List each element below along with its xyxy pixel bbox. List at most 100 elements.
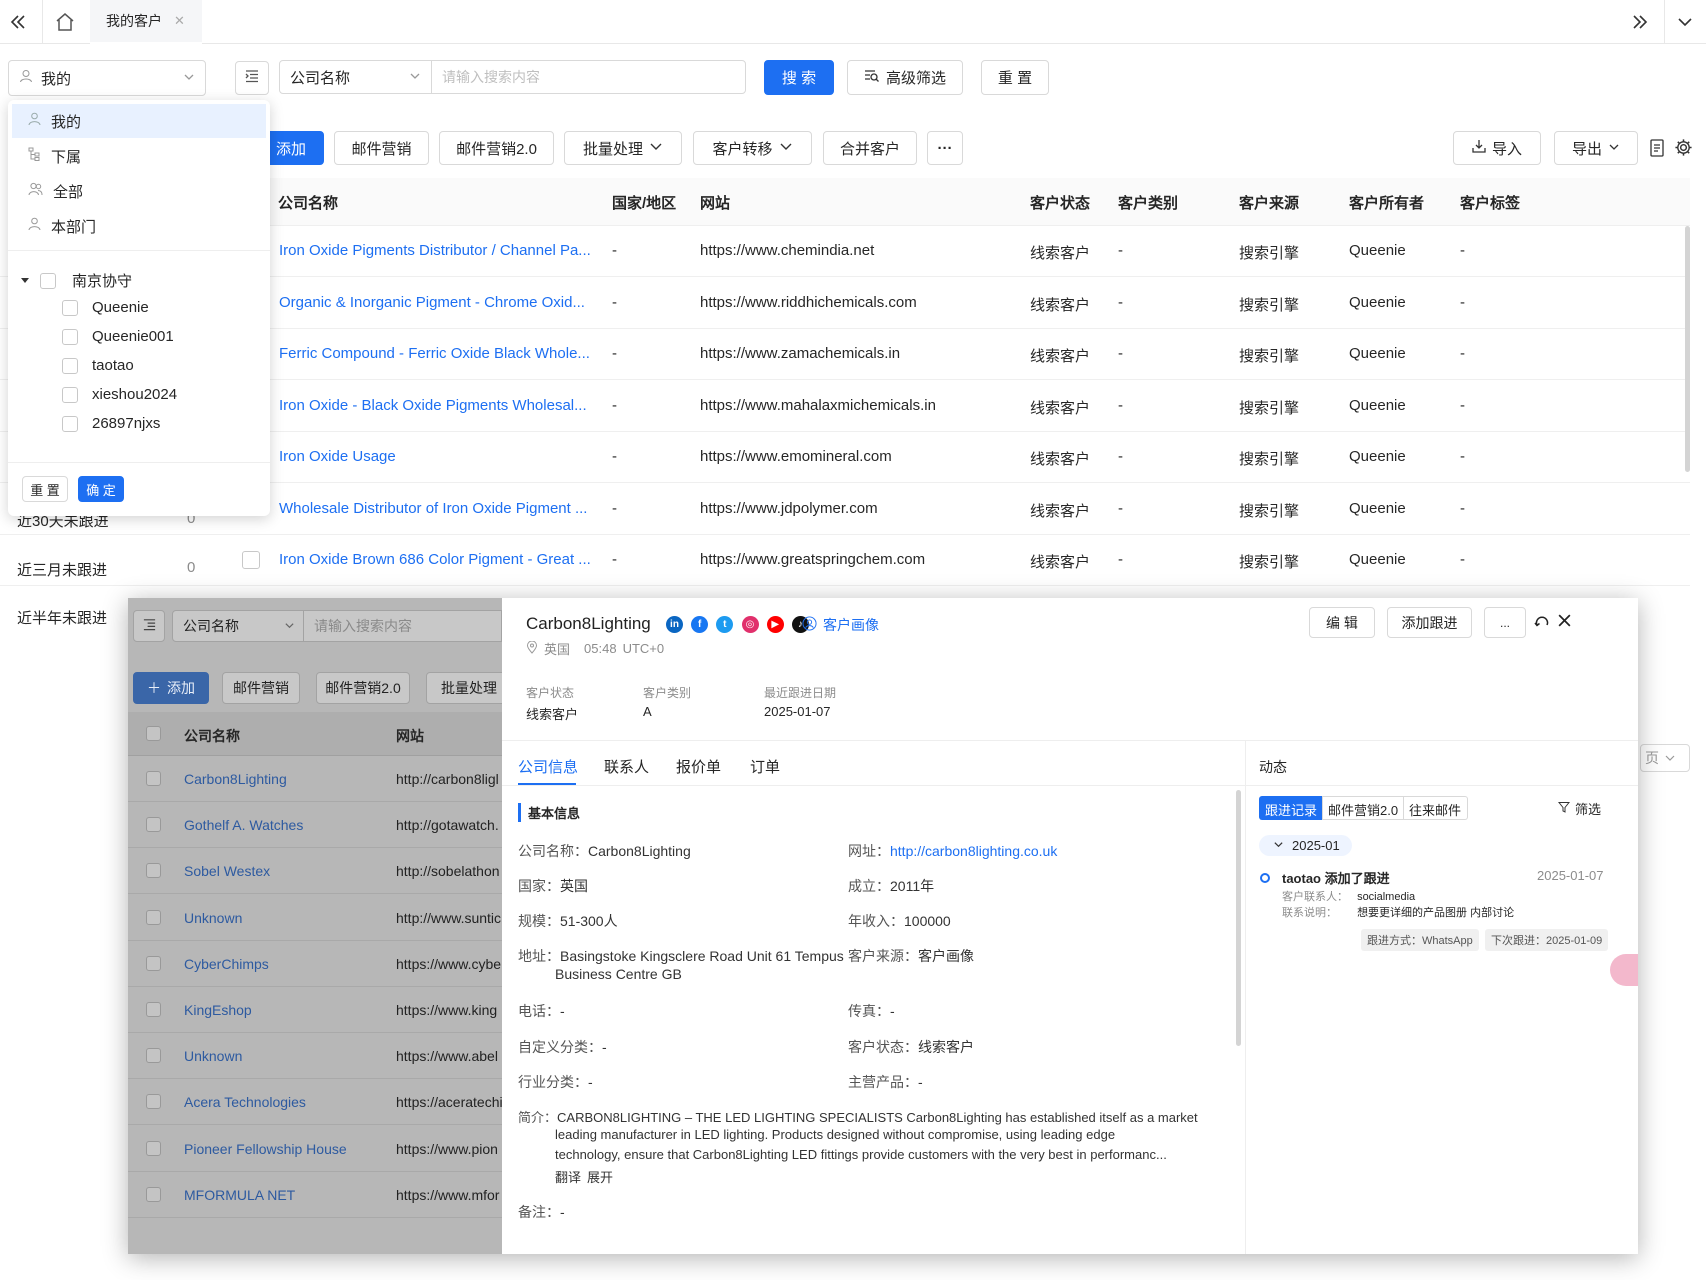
owner-select[interactable]: 我的 xyxy=(8,60,206,96)
col-country[interactable]: 国家/地区 xyxy=(612,192,676,213)
row-company-link[interactable]: Organic & Inorganic Pigment - Chrome Oxi… xyxy=(279,294,585,311)
overlay-field-select[interactable]: 公司名称 xyxy=(172,610,304,642)
row-company-link[interactable]: Iron Oxide - Black Oxide Pigments Wholes… xyxy=(279,397,587,414)
import-button[interactable]: 导入 xyxy=(1453,131,1541,165)
detail-scrollbar[interactable] xyxy=(1236,790,1241,1046)
overlay-list-row[interactable]: CyberChimps https://www.cybe xyxy=(128,941,502,987)
overlay-mail2-button[interactable]: 邮件营销2.0 xyxy=(316,672,410,704)
member-checkbox[interactable] xyxy=(62,415,78,432)
col-status[interactable]: 客户状态 xyxy=(1030,192,1090,213)
owner-option-subordinate[interactable]: 下属 xyxy=(12,139,266,173)
table-scrollbar[interactable] xyxy=(1685,226,1690,472)
tab-contacts[interactable]: 联系人 xyxy=(604,756,649,777)
tab-quotes[interactable]: 报价单 xyxy=(676,756,721,777)
batch-process-button[interactable]: 批量处理 xyxy=(564,131,682,165)
select-all-checkbox[interactable] xyxy=(146,726,161,741)
close-icon[interactable] xyxy=(1557,613,1572,632)
col-tag[interactable]: 客户标签 xyxy=(1460,192,1520,213)
overlay-list-row[interactable]: Acera Technologies https://aceratechi xyxy=(128,1079,503,1126)
col-company[interactable]: 公司名称 xyxy=(278,192,338,213)
activity-tab-followup[interactable]: 跟进记录 xyxy=(1259,796,1324,820)
facebook-icon[interactable]: f xyxy=(691,615,709,633)
overlay-row-company-link[interactable]: Carbon8Lighting xyxy=(184,771,287,787)
chevron-down-icon[interactable] xyxy=(1676,13,1694,35)
row-checkbox[interactable] xyxy=(146,955,161,971)
overlay-list-row[interactable]: Pioneer Fellowship House https://www.pion xyxy=(128,1126,502,1172)
overlay-search-input[interactable]: 请输入搜索内容 xyxy=(303,610,502,642)
overlay-list-row[interactable]: Sobel Westex http://sobelathon xyxy=(128,848,502,895)
tree-group-checkbox[interactable] xyxy=(40,272,56,289)
overlay-row-company-link[interactable]: Sobel Westex xyxy=(184,863,270,879)
activity-tab-emails[interactable]: 往来邮件 xyxy=(1403,796,1469,820)
reset-filter-button[interactable]: 重 置 xyxy=(981,60,1049,95)
mail-marketing-2-button[interactable]: 邮件营销2.0 xyxy=(439,131,554,165)
row-checkbox[interactable] xyxy=(146,1094,161,1110)
overlay-list-row[interactable]: KingEshop https://www.king xyxy=(128,987,502,1033)
more-actions-button[interactable]: ··· xyxy=(927,131,963,165)
column-settings-icon[interactable] xyxy=(1649,139,1665,161)
tab-orders[interactable]: 订单 xyxy=(750,756,780,777)
row-checkbox[interactable] xyxy=(146,1186,161,1202)
overlay-row-company-link[interactable]: Acera Technologies xyxy=(184,1094,306,1110)
mail-marketing-button[interactable]: 邮件营销 xyxy=(334,131,429,165)
export-button[interactable]: 导出 xyxy=(1554,131,1638,165)
tree-member-node[interactable]: taotao xyxy=(62,357,134,374)
overlay-list-toggle[interactable] xyxy=(133,610,165,642)
activity-filter-button[interactable]: 筛选 xyxy=(1557,799,1601,818)
tree-member-node[interactable]: Queenie001 xyxy=(62,328,174,345)
overlay-row-company-link[interactable]: Pioneer Fellowship House xyxy=(184,1141,347,1157)
customer-portrait-link[interactable]: 客户画像 xyxy=(802,615,879,635)
collapse-left-icon[interactable] xyxy=(8,12,28,36)
dropdown-reset-button[interactable]: 重 置 xyxy=(22,476,68,502)
row-checkbox[interactable] xyxy=(146,1140,161,1156)
activity-tab-mail2[interactable]: 邮件营销2.0 xyxy=(1322,796,1405,820)
row-checkbox[interactable] xyxy=(146,771,161,786)
page-size-select[interactable]: 页 xyxy=(1640,744,1690,772)
col-category[interactable]: 客户类别 xyxy=(1118,192,1178,213)
overlay-row-company-link[interactable]: CyberChimps xyxy=(184,956,269,972)
overlay-mail-button[interactable]: 邮件营销 xyxy=(222,672,300,704)
expand-right-icon[interactable] xyxy=(1630,12,1650,36)
dropdown-confirm-button[interactable]: 确 定 xyxy=(78,476,124,502)
detail-more-button[interactable]: ... xyxy=(1484,607,1526,638)
overlay-row-company-link[interactable]: Unknown xyxy=(184,1048,242,1064)
owner-option-all[interactable]: 全部 xyxy=(12,174,266,208)
tab-company-info[interactable]: 公司信息 xyxy=(518,756,578,777)
overlay-row-company-link[interactable]: MFORMULA NET xyxy=(184,1187,295,1203)
owner-option-mine[interactable]: 我的 xyxy=(12,104,266,138)
overlay-list-row[interactable]: MFORMULA NET https://www.mfor xyxy=(128,1172,502,1218)
overlay-list-row[interactable]: Unknown http://www.suntic xyxy=(128,895,502,941)
expand-link[interactable]: 展开 xyxy=(587,1167,613,1186)
side-filter-half-year[interactable]: 近半年未跟进 xyxy=(17,607,107,628)
tree-member-node[interactable]: Queenie xyxy=(62,299,149,316)
overlay-list-row[interactable]: Gothelf A. Watches http://gotawatch. xyxy=(128,802,502,849)
col-source[interactable]: 客户来源 xyxy=(1239,192,1299,213)
table-row[interactable]: Iron Oxide Brown 686 Color Pigment - Gre… xyxy=(0,535,1690,586)
caret-down-icon[interactable] xyxy=(20,272,30,289)
member-checkbox[interactable] xyxy=(62,328,78,345)
member-checkbox[interactable] xyxy=(62,386,78,403)
member-checkbox[interactable] xyxy=(62,357,78,374)
search-field-select[interactable]: 公司名称 xyxy=(279,60,432,94)
overlay-add-button[interactable]: ＋ 添加 xyxy=(133,672,209,704)
member-checkbox[interactable] xyxy=(62,299,78,316)
edit-customer-button[interactable]: 编 辑 xyxy=(1309,607,1375,638)
list-toggle-button[interactable] xyxy=(235,61,269,95)
row-checkbox[interactable] xyxy=(146,1002,161,1017)
row-checkbox[interactable] xyxy=(242,551,260,569)
home-icon[interactable] xyxy=(54,11,76,37)
row-company-link[interactable]: Wholesale Distributor of Iron Oxide Pigm… xyxy=(279,500,587,517)
col-owner[interactable]: 客户所有者 xyxy=(1349,192,1424,213)
tree-group-node[interactable]: 南京协守 xyxy=(20,270,132,291)
activity-month-toggle[interactable]: 2025-01 xyxy=(1259,835,1352,856)
row-checkbox[interactable] xyxy=(146,909,161,925)
overlay-row-company-link[interactable]: KingEshop xyxy=(184,1002,252,1018)
merge-customer-button[interactable]: 合并客户 xyxy=(823,131,917,165)
row-checkbox[interactable] xyxy=(146,817,161,833)
overlay-list-row[interactable]: Unknown https://www.abel xyxy=(128,1033,502,1080)
search-input[interactable]: 请输入搜索内容 xyxy=(431,60,746,94)
search-button[interactable]: 搜 索 xyxy=(764,60,834,95)
overlay-row-company-link[interactable]: Gothelf A. Watches xyxy=(184,817,303,833)
close-tab-icon[interactable]: ✕ xyxy=(174,13,185,29)
youtube-icon[interactable]: ▶ xyxy=(766,615,784,633)
